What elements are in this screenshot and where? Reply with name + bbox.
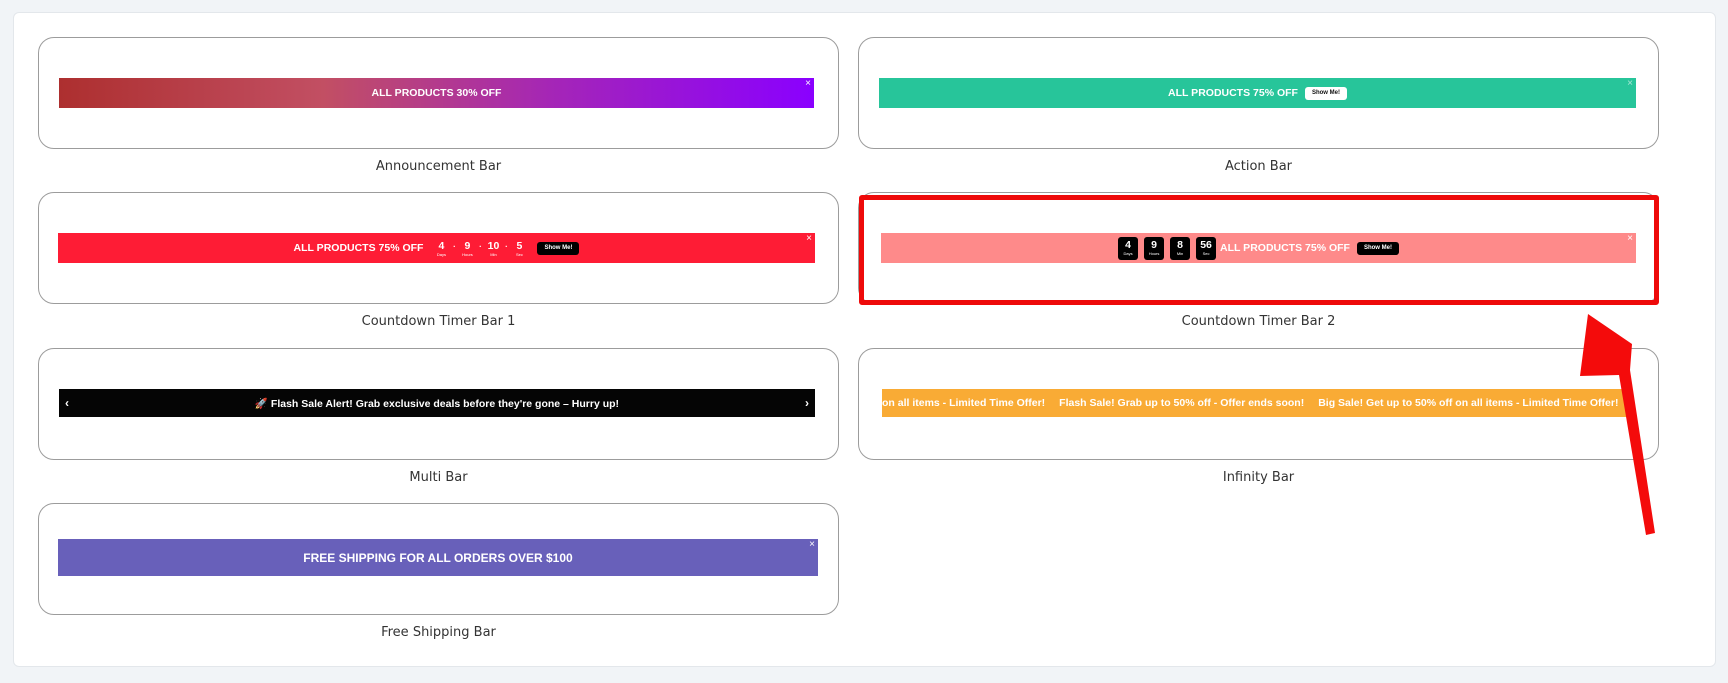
timer-minutes: 8 Min: [1170, 236, 1191, 260]
infinity-bar-card[interactable]: on all items - Limited Time Offer! Flash…: [858, 348, 1659, 460]
action-bar-preview: ALL PRODUCTS 75% OFF Show Me! ×: [879, 78, 1636, 108]
chevron-right-icon[interactable]: ›: [805, 396, 809, 410]
close-icon[interactable]: ×: [805, 79, 811, 89]
announcement-bar-text: ALL PRODUCTS 30% OFF: [371, 87, 502, 99]
free-shipping-bar-text: FREE SHIPPING FOR ALL ORDERS OVER $100: [303, 550, 573, 565]
countdown-timer-bar-1-preview: ALL PRODUCTS 75% OFF 4 Days · 9 Hours · 10…: [58, 233, 815, 263]
countdown-1-text: ALL PRODUCTS 75% OFF: [293, 242, 424, 254]
timer-days: 4 Days: [1118, 236, 1139, 260]
close-icon[interactable]: ×: [1627, 234, 1633, 244]
announcement-bar-label: Announcement Bar: [375, 159, 502, 174]
free-shipping-bar-label: Free Shipping Bar: [381, 625, 496, 640]
ticker-item: on all items - Limited Time Offer!: [882, 397, 1046, 409]
free-shipping-bar-preview: FREE SHIPPING FOR ALL ORDERS OVER $100 ×: [58, 539, 818, 576]
timer-hours: 9 Hours: [462, 239, 473, 257]
show-me-button[interactable]: Show Me!: [537, 241, 580, 255]
action-bar-label: Action Bar: [1224, 159, 1293, 174]
close-icon[interactable]: ×: [806, 234, 812, 244]
chevron-left-icon[interactable]: ‹: [65, 396, 69, 410]
close-icon[interactable]: ×: [1627, 79, 1633, 89]
ticker-item: Big Sale! Get up to 50% off on all items…: [1318, 397, 1619, 409]
multi-bar-preview: ‹ 🚀 Flash Sale Alert! Grab exclusive dea…: [59, 389, 815, 417]
infinity-bar-preview: on all items - Limited Time Offer! Flash…: [882, 389, 1632, 417]
countdown-1-timer: 4 Days · 9 Hours · 10 Min · 5 Sec: [433, 240, 527, 257]
announcement-bar-card[interactable]: ALL PRODUCTS 30% OFF ×: [38, 37, 839, 149]
multi-bar-card[interactable]: ‹ 🚀 Flash Sale Alert! Grab exclusive dea…: [38, 348, 839, 460]
countdown-timer-bar-1-card[interactable]: ALL PRODUCTS 75% OFF 4 Days · 9 Hours · 10…: [38, 192, 839, 304]
countdown-2-timer: 4 Days 9 Hours 8 Min 56 Sec: [1118, 236, 1220, 260]
timer-minutes: 10 Min: [487, 239, 500, 257]
timer-seconds: 56 Sec: [1196, 236, 1217, 260]
infinity-bar-label: Infinity Bar: [1222, 470, 1295, 485]
timer-seconds: 5 Sec: [516, 239, 523, 257]
free-shipping-bar-card[interactable]: FREE SHIPPING FOR ALL ORDERS OVER $100 ×: [38, 503, 839, 615]
action-bar-text: ALL PRODUCTS 75% OFF: [1168, 87, 1298, 99]
ticker-item: Flash Sale! Grab up to 50% off - Offer e…: [1059, 397, 1305, 409]
countdown-timer-bar-2-card[interactable]: 4 Days 9 Hours 8 Min 56 Sec ALL PRODUCTS 75%…: [858, 192, 1659, 304]
show-me-button[interactable]: Show Me!: [1356, 241, 1399, 255]
multi-bar-text: 🚀 Flash Sale Alert! Grab exclusive deals…: [254, 397, 620, 410]
multi-bar-label: Multi Bar: [409, 470, 468, 485]
show-me-button[interactable]: Show Me!: [1304, 86, 1347, 100]
timer-days: 4 Days: [436, 239, 447, 257]
announcement-bar-preview: ALL PRODUCTS 30% OFF ×: [59, 78, 814, 108]
countdown-timer-bar-2-label: Countdown Timer Bar 2: [1181, 314, 1336, 329]
action-bar-card[interactable]: ALL PRODUCTS 75% OFF Show Me! ×: [858, 37, 1659, 149]
countdown-timer-bar-1-label: Countdown Timer Bar 1: [361, 314, 516, 329]
close-icon[interactable]: ×: [809, 540, 815, 550]
timer-hours: 9 Hours: [1144, 236, 1165, 260]
countdown-2-text: ALL PRODUCTS 75% OFF: [1220, 242, 1350, 254]
countdown-timer-bar-2-preview: 4 Days 9 Hours 8 Min 56 Sec ALL PRODUCTS 75%…: [881, 233, 1636, 263]
